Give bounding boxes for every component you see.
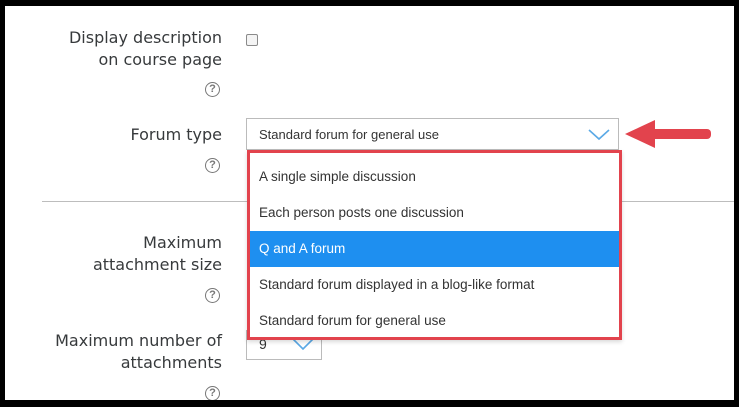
display-description-checkbox[interactable] — [246, 34, 258, 46]
chevron-down-icon — [588, 129, 610, 141]
max-attachment-size-label: Maximum attachment size — [22, 232, 222, 276]
dropdown-option[interactable]: Standard forum for general use — [250, 303, 619, 339]
help-icon[interactable]: ? — [205, 386, 220, 401]
forum-type-selected-value: Standard forum for general use — [259, 127, 439, 142]
dropdown-option-highlighted[interactable]: Q and A forum — [250, 231, 619, 267]
dropdown-option[interactable]: Each person posts one discussion — [250, 195, 619, 231]
dropdown-option[interactable]: Standard forum displayed in a blog-like … — [250, 267, 619, 303]
forum-type-label: Forum type — [130, 125, 222, 144]
forum-type-dropdown-list: A single simple discussion Each person p… — [247, 150, 622, 340]
display-description-label-line2: on course page — [98, 50, 222, 69]
callout-arrow-icon — [625, 120, 711, 148]
help-icon[interactable]: ? — [205, 82, 220, 97]
forum-type-select[interactable]: Standard forum for general use — [246, 118, 619, 150]
dropdown-option[interactable]: A single simple discussion — [250, 159, 619, 195]
display-description-label: Display description on course page — [22, 27, 222, 71]
max-attachments-label: Maximum number of attachments — [22, 330, 222, 374]
max-attachment-size-label-line2: attachment size — [92, 255, 222, 274]
max-attachments-label-line2: attachments — [120, 353, 222, 372]
help-icon[interactable]: ? — [205, 288, 220, 303]
display-description-label-line1: Display description — [68, 28, 222, 47]
max-attachment-size-label-line1: Maximum — [143, 233, 222, 252]
max-attachments-label-line1: Maximum number of — [55, 331, 222, 350]
help-icon[interactable]: ? — [205, 158, 220, 173]
